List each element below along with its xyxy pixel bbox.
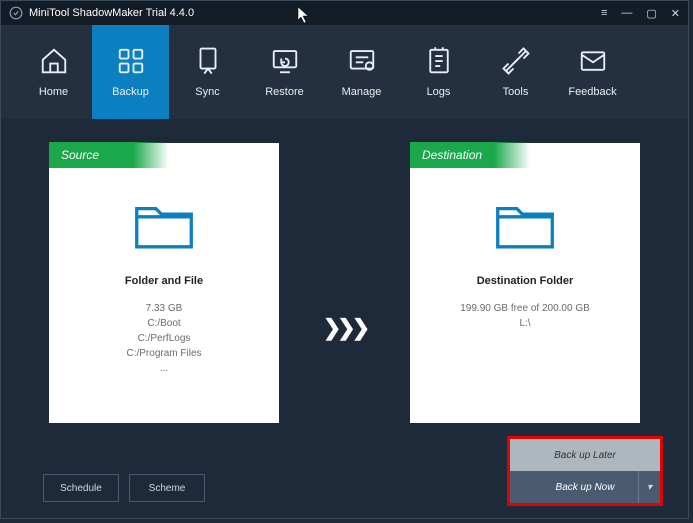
source-tab: Source: [49, 142, 169, 168]
nav-manage[interactable]: Manage: [323, 25, 400, 119]
folder-icon: [488, 195, 562, 255]
logs-icon: [424, 46, 454, 76]
nav-restore[interactable]: Restore: [246, 25, 323, 119]
schedule-button[interactable]: Schedule: [43, 474, 119, 502]
tools-icon: [501, 46, 531, 76]
nav-label: Feedback: [568, 86, 616, 98]
destination-card[interactable]: Destination Destination Folder 199.90 GB…: [410, 143, 640, 423]
nav-label: Restore: [265, 86, 304, 98]
scheme-button[interactable]: Scheme: [129, 474, 205, 502]
source-title: Folder and File: [125, 275, 203, 287]
destination-drive: L:\: [460, 316, 590, 331]
app-title: MiniTool ShadowMaker Trial 4.4.0: [29, 7, 194, 19]
backup-dropdown: Back up Later Back up Now ▾: [507, 436, 663, 506]
nav-logs[interactable]: Logs: [400, 25, 477, 119]
arrow-icon: ❯❯❯: [323, 315, 366, 341]
backup-icon: [116, 46, 146, 76]
destination-free: 199.90 GB free of 200.00 GB: [460, 301, 590, 316]
close-icon[interactable]: ✕: [671, 7, 680, 20]
nav-label: Home: [39, 86, 68, 98]
chevron-down-icon[interactable]: ▾: [638, 471, 660, 503]
nav-feedback[interactable]: Feedback: [554, 25, 631, 119]
nav-label: Backup: [112, 86, 149, 98]
nav-sync[interactable]: Sync: [169, 25, 246, 119]
folder-icon: [127, 195, 201, 255]
source-path: C:/Boot: [126, 316, 201, 331]
destination-tab: Destination: [410, 142, 530, 168]
nav-label: Sync: [195, 86, 219, 98]
minimize-icon[interactable]: —: [621, 7, 632, 19]
source-path: C:/PerfLogs: [126, 331, 201, 346]
nav-home[interactable]: Home: [15, 25, 92, 119]
home-icon: [39, 46, 69, 76]
menu-icon[interactable]: ≡: [601, 7, 607, 19]
source-path: C:/Program Files: [126, 346, 201, 361]
restore-icon: [270, 46, 300, 76]
source-size: 7.33 GB: [126, 301, 201, 316]
back-up-now-button[interactable]: Back up Now ▾: [510, 471, 660, 503]
source-info: 7.33 GB C:/Boot C:/PerfLogs C:/Program F…: [126, 301, 201, 376]
back-up-now-label: Back up Now: [556, 482, 615, 493]
back-up-later-button[interactable]: Back up Later: [510, 439, 660, 471]
source-card[interactable]: Source Folder and File 7.33 GB C:/Boot C…: [49, 143, 279, 423]
nav-label: Manage: [342, 86, 382, 98]
app-logo-icon: [9, 6, 23, 20]
nav-tools[interactable]: Tools: [477, 25, 554, 119]
nav-backup[interactable]: Backup: [92, 25, 169, 119]
nav-label: Logs: [427, 86, 451, 98]
sync-icon: [193, 46, 223, 76]
feedback-icon: [578, 46, 608, 76]
maximize-icon[interactable]: ▢: [646, 7, 656, 20]
destination-title: Destination Folder: [477, 275, 574, 287]
destination-info: 199.90 GB free of 200.00 GB L:\: [460, 301, 590, 331]
manage-icon: [347, 46, 377, 76]
nav-label: Tools: [503, 86, 529, 98]
source-path: ...: [126, 361, 201, 376]
